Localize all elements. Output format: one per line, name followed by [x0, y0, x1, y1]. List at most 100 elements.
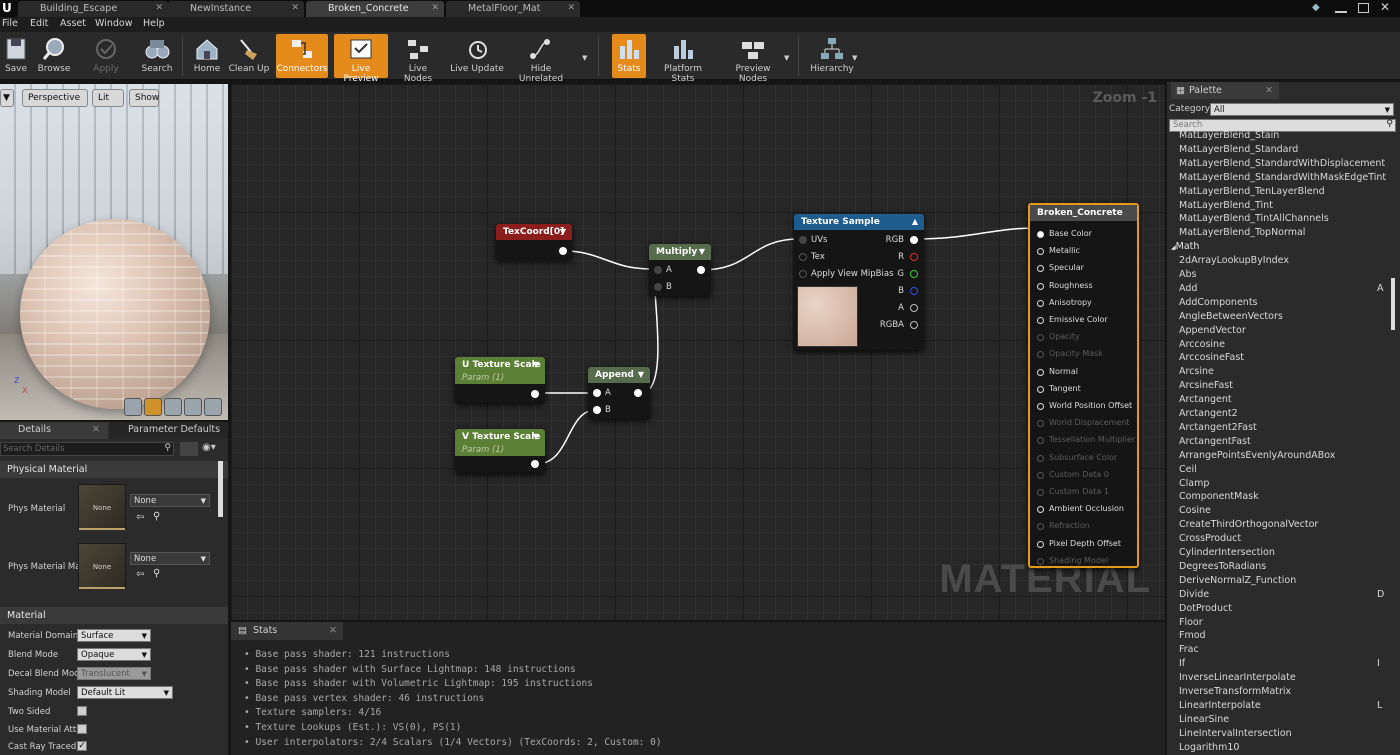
tab-parameter-defaults[interactable]: Parameter Defaults [110, 422, 228, 439]
multiply-node[interactable]: Multiply ▼ A B [649, 244, 711, 296]
teapot-preview-icon[interactable] [204, 398, 222, 416]
input-pin-a[interactable] [593, 389, 601, 397]
close-icon[interactable]: ✕ [92, 422, 100, 438]
tab-details[interactable]: Details ✕ [0, 422, 108, 439]
decal-blend-combo[interactable]: Translucent ▼ [77, 667, 151, 680]
texcoord-node[interactable]: TexCoord[0] ▼ [496, 224, 572, 260]
node-header[interactable]: TexCoord[0] ▼ [496, 224, 572, 240]
palette-item[interactable]: Frac [1179, 644, 1199, 655]
browse-magnifier-icon[interactable]: ⚲ [153, 568, 160, 579]
menu-file[interactable]: File [2, 18, 18, 29]
chevron-down-icon[interactable]: ▼ [852, 54, 857, 62]
output-pin-b[interactable] [910, 287, 918, 295]
details-scrollbar[interactable] [218, 461, 223, 517]
result-input-pin[interactable] [1037, 351, 1044, 359]
palette-item[interactable]: ArcsineFast [1179, 380, 1233, 391]
close-icon[interactable]: ✕ [567, 1, 575, 16]
output-pin[interactable] [559, 247, 567, 255]
viewport-options-button[interactable]: ▼ [0, 89, 14, 107]
result-input-pin[interactable] [1037, 317, 1044, 324]
menu-window[interactable]: Window [95, 18, 132, 29]
material-domain-combo[interactable]: Surface ▼ [77, 629, 151, 642]
plane-preview-icon[interactable] [164, 398, 182, 416]
input-pin-uvs[interactable] [799, 236, 807, 244]
tab-palette[interactable]: ▦ Palette ✕ [1171, 82, 1279, 99]
result-input-pin[interactable] [1037, 265, 1044, 273]
result-input-pin[interactable] [1037, 523, 1044, 531]
eye-icon[interactable]: ◉▾ [202, 442, 224, 456]
result-input-pin[interactable] [1037, 454, 1044, 462]
palette-item[interactable]: Abs [1179, 269, 1196, 280]
use-selected-arrow-icon[interactable]: ⇦ [136, 512, 144, 523]
palette-item[interactable]: LineIntervalIntersection [1179, 728, 1292, 739]
material-preview-viewport[interactable]: Z X [0, 84, 228, 420]
maximize-icon[interactable] [1358, 3, 1369, 13]
cube-preview-icon[interactable] [184, 398, 202, 416]
search-button[interactable]: Search [140, 34, 174, 78]
chevron-down-icon[interactable]: ▼ [638, 367, 644, 383]
output-pin[interactable] [531, 390, 539, 398]
palette-item[interactable]: Ceil [1179, 464, 1197, 475]
output-pin-g[interactable] [910, 270, 918, 278]
node-header[interactable]: Multiply ▼ [649, 244, 711, 260]
palette-item[interactable]: MatLayerBlend_TenLayerBlend [1179, 186, 1325, 197]
use-material-attributes-checkbox[interactable] [77, 724, 87, 734]
result-input-pin[interactable] [1037, 231, 1044, 238]
palette-item[interactable]: DotProduct [1179, 603, 1232, 614]
lit-button[interactable]: Lit [92, 89, 124, 107]
clean-up-button[interactable]: Clean Up [228, 34, 270, 78]
result-input-pin[interactable] [1037, 282, 1044, 290]
palette-item[interactable]: Arccosine [1179, 339, 1225, 350]
node-header[interactable]: Texture Sample ▲ [794, 214, 924, 230]
physical-material-section[interactable]: Physical Material [0, 461, 228, 478]
show-button[interactable]: Show [129, 89, 159, 107]
output-pin[interactable] [531, 460, 539, 468]
chevron-down-icon[interactable]: ▼ [533, 429, 539, 445]
sphere-preview-icon[interactable] [144, 398, 162, 416]
node-header[interactable]: Broken_Concrete [1030, 205, 1137, 221]
input-pin-a[interactable] [654, 266, 662, 274]
input-pin-mipbias[interactable] [799, 270, 807, 278]
tab-metalfloor-mat[interactable]: MetalFloor_Mat ✕ [446, 1, 580, 17]
close-icon[interactable]: ✕ [329, 622, 337, 640]
result-input-pin[interactable] [1037, 334, 1044, 342]
preview-nodes-button[interactable]: Preview Nodes [720, 34, 786, 84]
minimize-icon[interactable] [1335, 3, 1347, 13]
output-pin[interactable] [697, 266, 705, 274]
phys-material-mask-thumbnail[interactable]: None [78, 543, 126, 589]
node-header[interactable]: V Texture Scale Param (1) ▼ [455, 429, 545, 456]
two-sided-checkbox[interactable] [77, 706, 87, 716]
palette-item[interactable]: MatLayerBlend_StandardWithMaskEdgeTint [1179, 172, 1386, 183]
menu-edit[interactable]: Edit [30, 18, 48, 29]
result-input-pin[interactable] [1037, 506, 1044, 514]
collapse-icon[interactable]: ▲ [912, 214, 918, 230]
palette-item[interactable]: Clamp [1179, 478, 1209, 489]
chevron-down-icon[interactable]: ▼ [560, 224, 566, 240]
palette-item[interactable]: ArctangentFast [1179, 436, 1251, 447]
palette-item[interactable]: AddComponents [1179, 297, 1258, 308]
u-texture-scale-node[interactable]: U Texture Scale Param (1) ▼ [455, 357, 545, 403]
close-window-icon[interactable]: ✕ [1380, 0, 1390, 14]
close-icon[interactable]: ✕ [431, 1, 439, 16]
palette-category-math[interactable]: ◢Math [1171, 241, 1199, 252]
result-input-pin[interactable] [1037, 557, 1044, 565]
palette-item[interactable]: MatLayerBlend_TintAllChannels [1179, 213, 1329, 224]
v-texture-scale-node[interactable]: V Texture Scale Param (1) ▼ [455, 429, 545, 473]
palette-item[interactable]: DegreesToRadians [1179, 561, 1266, 572]
tab-newinstance[interactable]: NewInstance ✕ [168, 1, 304, 17]
browse-button[interactable]: Browse [36, 34, 72, 78]
stats-button[interactable]: Stats [612, 34, 646, 78]
close-icon[interactable]: ✕ [291, 1, 299, 16]
input-pin-tex[interactable] [799, 253, 807, 261]
palette-scrollbar[interactable] [1391, 278, 1395, 330]
details-search-input[interactable]: Search Details ⚲ [0, 442, 174, 456]
palette-item[interactable]: Arctangent2Fast [1179, 422, 1257, 433]
chevron-down-icon[interactable]: ▼ [582, 54, 587, 62]
output-pin-rgb[interactable] [910, 236, 918, 244]
palette-item[interactable]: 2dArrayLookupByIndex [1179, 255, 1289, 266]
chevron-down-icon[interactable]: ▼ [784, 54, 789, 62]
live-update-button[interactable]: Live Update [450, 34, 504, 78]
palette-item[interactable]: MatLayerBlend_Stain [1179, 130, 1279, 141]
palette-item[interactable]: ArccosineFast [1179, 352, 1244, 363]
palette-item[interactable]: Arctangent2 [1179, 408, 1238, 419]
